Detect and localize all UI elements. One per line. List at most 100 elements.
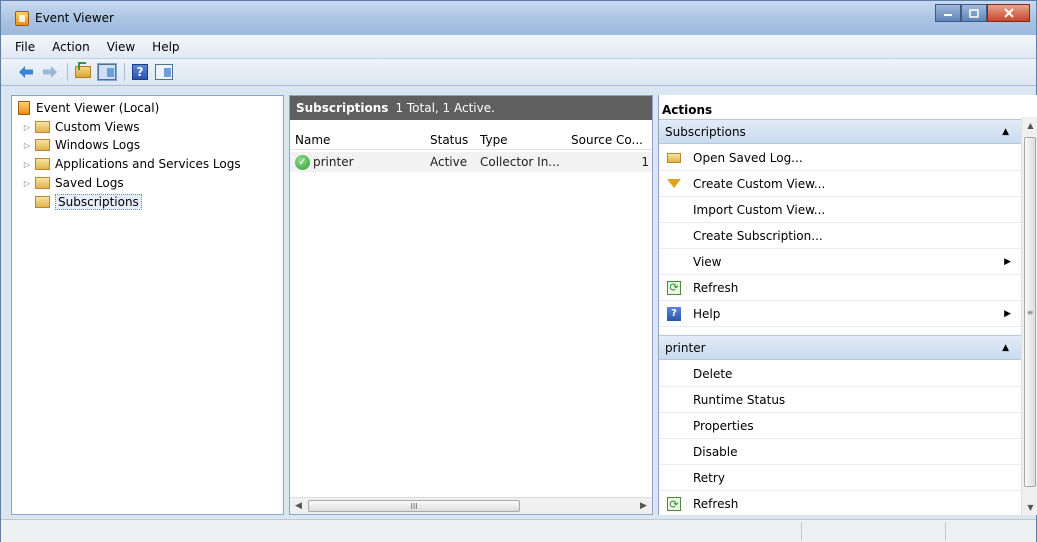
- toolbar-separator: [124, 63, 125, 81]
- action-retry[interactable]: Retry: [659, 465, 1021, 491]
- scrollbar-thumb[interactable]: III: [308, 500, 520, 512]
- status-bar-separator: [801, 522, 802, 540]
- scroll-up-icon[interactable]: ▲: [1022, 117, 1037, 133]
- table-row[interactable]: ✓ printer Active Collector In... 1: [290, 152, 652, 172]
- vertical-scrollbar[interactable]: ▲ ≡ ▼: [1021, 117, 1037, 515]
- back-button[interactable]: [15, 62, 37, 82]
- actions-title: Actions: [659, 95, 1037, 117]
- expand-arrow-icon[interactable]: ▷: [22, 123, 32, 132]
- folder-icon: [35, 158, 50, 170]
- show-hide-action-pane-button[interactable]: [153, 62, 175, 82]
- tree-item-custom-views[interactable]: ▷ Custom Views: [22, 118, 140, 136]
- action-label: View: [693, 254, 722, 269]
- cell-source: 1: [641, 155, 649, 169]
- expand-arrow-icon[interactable]: ▷: [22, 160, 32, 169]
- action-label: Disable: [693, 444, 738, 459]
- action-view[interactable]: View ▶: [659, 249, 1021, 275]
- submenu-arrow-icon: ▶: [1004, 308, 1011, 319]
- section-header-subscriptions[interactable]: Subscriptions ▲: [659, 119, 1021, 144]
- up-folder-button[interactable]: [72, 62, 94, 82]
- show-hide-console-tree-button[interactable]: [96, 62, 118, 82]
- help-button[interactable]: ?: [129, 62, 151, 82]
- filter-icon: [659, 176, 689, 192]
- tree-item-label: Subscriptions: [55, 194, 142, 210]
- close-button[interactable]: [987, 4, 1030, 22]
- column-header-type[interactable]: Type: [475, 133, 566, 147]
- tree-item-label: Applications and Services Logs: [55, 157, 241, 171]
- arrow-left-icon: [19, 66, 33, 78]
- close-icon: [1003, 8, 1014, 18]
- action-disable[interactable]: Disable: [659, 439, 1021, 465]
- scroll-down-icon[interactable]: ▼: [1022, 499, 1037, 515]
- tree-item-applications-and-services-logs[interactable]: ▷ Applications and Services Logs: [22, 155, 241, 173]
- submenu-arrow-icon: ▶: [1004, 256, 1011, 267]
- tree-item-label: Saved Logs: [55, 176, 124, 190]
- action-properties[interactable]: Properties: [659, 413, 1021, 439]
- tree-item-saved-logs[interactable]: ▷ Saved Logs: [22, 174, 124, 192]
- column-header-source[interactable]: Source Co...: [566, 133, 652, 147]
- action-open-saved-log[interactable]: Open Saved Log...: [659, 145, 1021, 171]
- pane-header: Subscriptions 1 Total, 1 Active.: [290, 96, 652, 120]
- subscriptions-pane: Subscriptions 1 Total, 1 Active. Name St…: [289, 95, 653, 515]
- section-header-label: printer: [665, 340, 706, 355]
- open-folder-icon: [659, 150, 689, 166]
- toolbar-separator: [67, 63, 68, 81]
- green-check-icon: ✓: [295, 154, 310, 170]
- action-label: Delete: [693, 366, 733, 381]
- pane-summary: 1 Total, 1 Active.: [395, 101, 495, 115]
- expand-arrow-icon[interactable]: ▷: [22, 141, 32, 150]
- status-bar: [1, 519, 1036, 542]
- action-label: Properties: [693, 418, 754, 433]
- action-runtime-status[interactable]: Runtime Status: [659, 387, 1021, 413]
- tree-item-windows-logs[interactable]: ▷ Windows Logs: [22, 136, 140, 154]
- maximize-button[interactable]: [961, 4, 987, 22]
- cell-type: Collector In...: [480, 155, 560, 169]
- minimize-button[interactable]: [935, 4, 961, 22]
- status-bar-separator: [945, 522, 946, 540]
- folder-icon: [35, 177, 50, 189]
- action-create-custom-view[interactable]: Create Custom View...: [659, 171, 1021, 197]
- action-delete[interactable]: Delete: [659, 361, 1021, 387]
- forward-button[interactable]: [39, 62, 61, 82]
- action-label: Retry: [693, 470, 725, 485]
- menu-view[interactable]: View: [107, 40, 135, 54]
- action-refresh[interactable]: ⟳ Refresh: [659, 275, 1021, 301]
- column-header-name[interactable]: Name: [290, 133, 425, 147]
- menu-file[interactable]: File: [15, 40, 35, 54]
- scroll-right-icon[interactable]: ▶: [635, 498, 652, 514]
- column-header-status[interactable]: Status: [425, 133, 475, 147]
- action-help[interactable]: ? Help ▶: [659, 301, 1021, 327]
- menu-help[interactable]: Help: [152, 40, 179, 54]
- refresh-icon: ⟳: [659, 496, 689, 512]
- tree-item-label: Event Viewer (Local): [36, 101, 160, 115]
- pane-title: Subscriptions: [296, 101, 389, 115]
- action-refresh-printer[interactable]: ⟳ Refresh: [659, 491, 1021, 517]
- scroll-left-icon[interactable]: ◀: [290, 498, 307, 514]
- window-controls: [935, 4, 1030, 22]
- scrollbar-thumb[interactable]: ≡: [1024, 137, 1036, 487]
- tree-item-subscriptions[interactable]: Subscriptions: [32, 193, 142, 211]
- list-header: Name Status Type Source Co...: [290, 130, 652, 150]
- action-label: Runtime Status: [693, 392, 786, 407]
- action-label: Create Custom View...: [693, 176, 826, 191]
- title-bar[interactable]: Event Viewer: [1, 1, 1036, 35]
- menu-action[interactable]: Action: [52, 40, 90, 54]
- tree-item-root[interactable]: Event Viewer (Local): [12, 99, 159, 117]
- action-label: Open Saved Log...: [693, 150, 803, 165]
- horizontal-scrollbar[interactable]: ◀ III ▶: [290, 497, 652, 514]
- collapse-caret-icon[interactable]: ▲: [1002, 127, 1009, 137]
- tree-item-label: Windows Logs: [55, 138, 141, 152]
- action-label: Help: [693, 306, 721, 321]
- action-import-custom-view[interactable]: Import Custom View...: [659, 197, 1021, 223]
- action-create-subscription[interactable]: Create Subscription...: [659, 223, 1021, 249]
- expand-arrow-icon[interactable]: ▷: [22, 179, 32, 188]
- refresh-icon: ⟳: [659, 280, 689, 296]
- menu-bar: File Action View Help: [1, 35, 1036, 59]
- event-viewer-icon: [18, 101, 30, 115]
- toolbar: ?: [1, 59, 1036, 86]
- help-icon: ?: [659, 306, 689, 322]
- collapse-caret-icon[interactable]: ▲: [1002, 343, 1009, 353]
- section-header-printer[interactable]: printer ▲: [659, 335, 1021, 360]
- up-folder-icon: [75, 62, 91, 78]
- cell-status: Active: [430, 155, 468, 169]
